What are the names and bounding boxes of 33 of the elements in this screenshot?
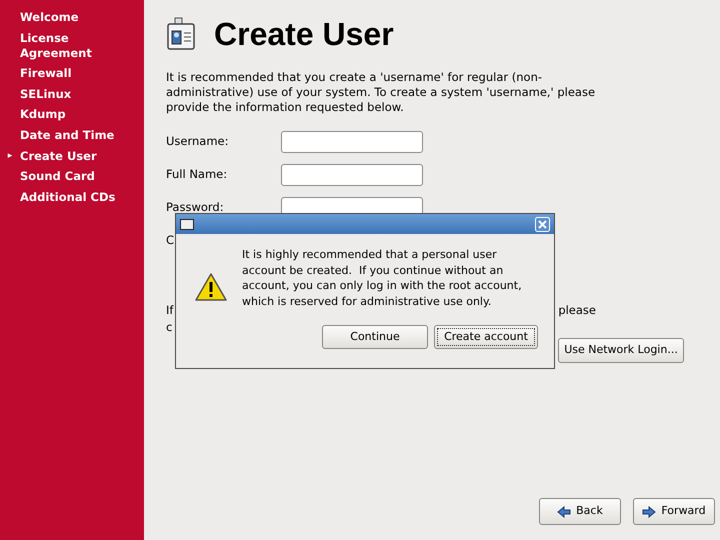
input-field[interactable] (281, 164, 423, 186)
field-label: Full Name: (166, 166, 228, 184)
intro-text: It is recommended that you create a 'username' for regular (non-administrative) use of your system. To create a system 'username,' please provide the information requested below. (166, 70, 596, 115)
field-label: Username: (166, 133, 230, 150)
network-login-button[interactable]: Use Network Login... (558, 338, 684, 362)
sidebar-item: Sound Card (20, 169, 96, 184)
warning-icon (194, 272, 228, 302)
sidebar-item: License Agreement (20, 30, 93, 61)
dialog-button[interactable]: Continue (322, 325, 428, 349)
sidebar-item: Kdump (20, 107, 67, 122)
input-field[interactable] (281, 131, 423, 153)
sidebar-item: Welcome (20, 10, 80, 25)
sidebar-item: SELinux (20, 86, 72, 102)
page-title: Create User (214, 15, 394, 54)
sidebar-item: Date and Time (20, 128, 116, 143)
right-arrow-icon (642, 506, 656, 518)
forward-button[interactable]: Forward (633, 498, 715, 525)
body-text: please (558, 302, 596, 319)
dialog-button[interactable]: Create account (434, 325, 538, 349)
current-step-marker: ▸ (6, 150, 14, 163)
body-text: If (166, 302, 174, 319)
dialog-message: It is highly recommended that a personal user account be created. If you continue without an account, you can only log in with the root account, which is reserved for administrative use only. (242, 247, 523, 309)
id-badge-icon (166, 17, 198, 51)
field-label: Password: (166, 199, 225, 216)
window-icon (180, 218, 194, 230)
back-button[interactable]: Back (539, 498, 621, 525)
field-label: C (166, 232, 174, 250)
left-arrow-icon (557, 506, 572, 518)
sidebar-item: Firewall (20, 66, 73, 82)
sidebar-item: Additional CDs (20, 190, 116, 205)
close-button[interactable] (535, 216, 550, 232)
sidebar-item: Create User (20, 148, 98, 164)
body-text: c (166, 319, 172, 336)
